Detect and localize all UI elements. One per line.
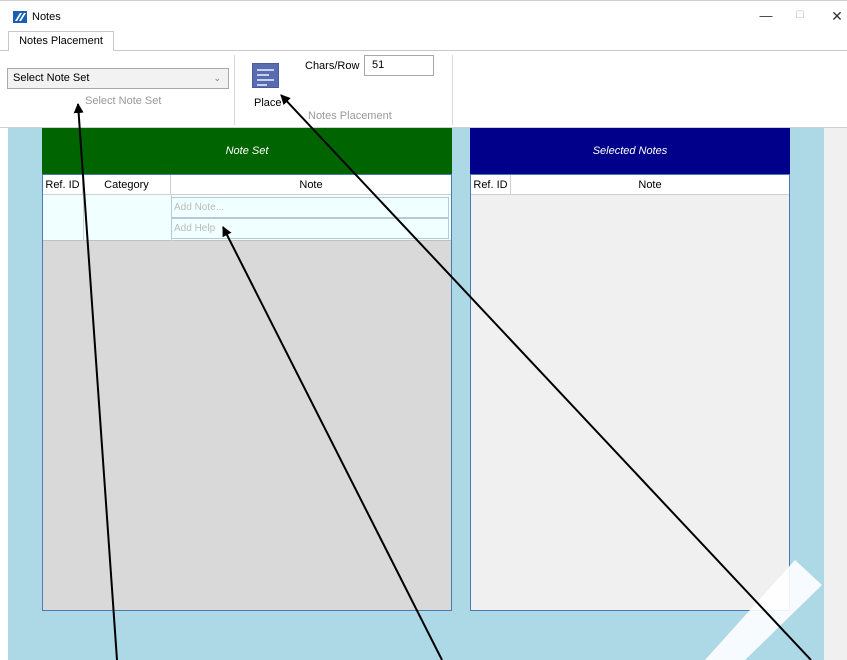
close-button[interactable]: ✕	[826, 7, 847, 25]
app-logo-icon	[13, 11, 27, 23]
selected-notes-header: Selected Notes	[470, 128, 790, 174]
chars-per-row-input[interactable]: 51	[364, 55, 434, 76]
note-set-header: Note Set	[42, 128, 452, 174]
selected-notes-column-headers: Ref. ID Note	[471, 175, 789, 195]
chevron-down-icon: ⌄	[213, 73, 221, 83]
top-border	[0, 0, 847, 1]
tab-strip: Notes Placement	[0, 31, 847, 52]
notes-placement-group-label: Notes Placement	[308, 110, 392, 122]
right-margin-strip	[824, 128, 847, 660]
place-button-label: Place	[254, 97, 282, 109]
select-note-set-group-label: Select Note Set	[85, 95, 162, 107]
note-set-column-headers: Ref. ID Category Note	[43, 175, 451, 195]
column-divider	[83, 195, 84, 241]
new-note-row: Add Note... Add Help	[43, 195, 451, 241]
column-header-ref-id[interactable]: Ref. ID	[471, 175, 511, 195]
column-header-note[interactable]: Note	[511, 175, 789, 195]
chars-per-row-label: Chars/Row	[305, 60, 360, 72]
add-help-input[interactable]: Add Help	[171, 218, 449, 239]
note-set-grid[interactable]: Ref. ID Category Note Add Note... Add He…	[42, 174, 452, 611]
ribbon-separator	[234, 55, 235, 125]
column-header-note[interactable]: Note	[171, 175, 451, 195]
notes-list-icon	[252, 63, 279, 88]
window-title: Notes	[32, 11, 61, 23]
title-bar: Notes — ☐ ✕	[0, 0, 847, 31]
selected-notes-grid[interactable]: Ref. ID Note	[470, 174, 790, 611]
ribbon: Select Note Set ⌄ Select Note Set Place …	[0, 51, 847, 128]
note-set-select[interactable]: Select Note Set ⌄	[7, 68, 229, 89]
ribbon-separator	[452, 55, 453, 125]
maximize-button[interactable]: ☐	[789, 7, 811, 25]
minimize-button[interactable]: —	[755, 7, 777, 25]
column-header-category[interactable]: Category	[83, 175, 171, 195]
tab-notes-placement[interactable]: Notes Placement	[8, 31, 114, 52]
place-button[interactable]: Place	[245, 60, 285, 115]
add-note-input[interactable]: Add Note...	[171, 197, 449, 218]
note-set-select-value: Select Note Set	[13, 72, 90, 84]
column-header-ref-id[interactable]: Ref. ID	[43, 175, 83, 195]
